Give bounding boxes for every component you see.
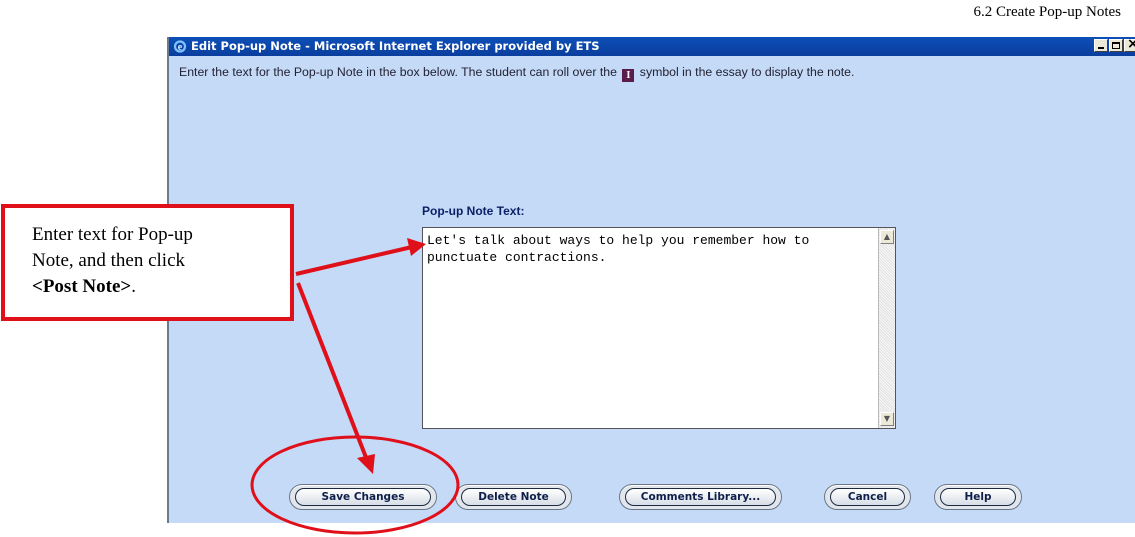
- arrow-to-textarea: [295, 245, 413, 276]
- save-button-highlight-circle: [250, 435, 460, 535]
- annotation-overlay: [250, 238, 460, 535]
- arrow-to-save-button: [296, 282, 369, 461]
- arrowhead-textarea-icon: [407, 238, 426, 256]
- arrowhead-save-icon: [357, 454, 375, 474]
